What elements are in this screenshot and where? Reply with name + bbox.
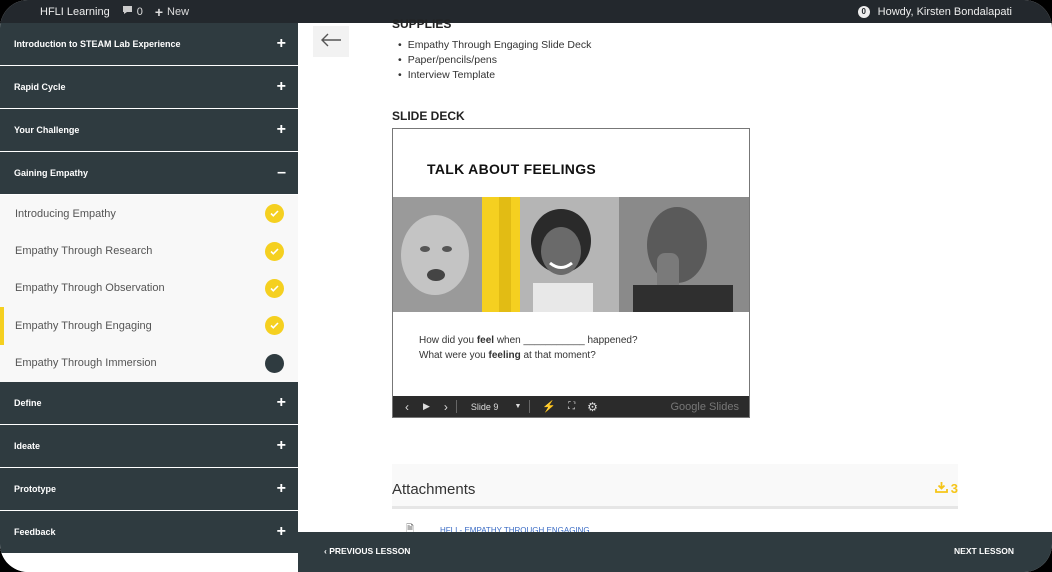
new-content-link[interactable]: + New xyxy=(155,4,189,20)
previous-lesson-button[interactable]: ‹ PREVIOUS LESSON xyxy=(324,546,410,556)
attachments-heading: Attachments xyxy=(392,481,476,498)
slide-deck-heading: SLIDE DECK xyxy=(392,109,465,123)
attachments-count: 3 xyxy=(950,481,958,496)
comments-count: 0 xyxy=(136,5,143,18)
expand-icon: + xyxy=(276,522,286,540)
supplies-heading: SUPPLIES xyxy=(392,17,452,31)
collapse-icon: – xyxy=(277,164,286,181)
section-rapid-cycle[interactable]: Rapid Cycle + xyxy=(0,66,298,109)
section-feedback[interactable]: Feedback + xyxy=(0,510,298,554)
slide-text: What were you xyxy=(419,350,489,361)
comment-icon xyxy=(122,5,133,18)
next-lesson-button[interactable]: NEXT LESSON xyxy=(954,546,1014,556)
slide-selector[interactable]: Slide 9 xyxy=(471,402,499,412)
slide-controls: ‹ ▶ › Slide 9 ▼ ⚡ ⛶ ⚙ Google Slides xyxy=(393,396,749,417)
lesson-empathy-engaging[interactable]: Empathy Through Engaging xyxy=(0,307,298,345)
previous-lesson-label: PREVIOUS LESSON xyxy=(329,546,411,556)
back-button[interactable] xyxy=(313,26,349,57)
section-label: Gaining Empathy xyxy=(14,168,89,178)
gear-icon[interactable]: ⚙ xyxy=(587,400,598,414)
dropdown-icon[interactable]: ▼ xyxy=(514,403,521,410)
embedded-slide-deck[interactable]: TALK ABOUT FEELINGS How did you feel whe… xyxy=(392,128,750,418)
slide-question-1: How did you feel when ___________ happen… xyxy=(419,335,638,346)
lesson-introducing-empathy[interactable]: Introducing Empathy xyxy=(0,195,298,233)
slide-emphasis: feeling xyxy=(488,350,521,361)
chevron-left-icon[interactable]: ‹ xyxy=(405,400,409,414)
slide-emphasis: feel xyxy=(476,335,495,346)
expand-icon: + xyxy=(276,436,286,454)
section-your-challenge[interactable]: Your Challenge + xyxy=(0,109,298,152)
expand-icon: + xyxy=(276,35,286,52)
section-label: Introduction to STEAM Lab Experience xyxy=(14,39,181,49)
download-icon xyxy=(934,481,948,496)
divider xyxy=(455,400,457,413)
list-item: Empathy Through Engaging Slide Deck xyxy=(398,38,592,53)
list-item: Paper/pencils/pens xyxy=(398,53,591,68)
section-label: Ideate xyxy=(14,440,41,451)
site-title-link[interactable]: HFLI Learning xyxy=(40,6,110,18)
supplies-list: Empathy Through Engaging Slide Deck Pape… xyxy=(398,38,592,83)
attachments-header: Attachments 3 xyxy=(392,464,958,509)
slide-question-2: What were you feeling at that moment? xyxy=(419,350,596,361)
section-gaining-empathy[interactable]: Gaining Empathy – xyxy=(0,152,298,195)
attachment-row: 🗎 HFLI - EMPATHY THROUGH ENGAGING xyxy=(392,512,958,535)
slide-title: TALK ABOUT FEELINGS xyxy=(427,161,597,177)
lesson-label: Introducing Empathy xyxy=(15,207,116,220)
checkmark-icon xyxy=(265,204,284,224)
section-ideate[interactable]: Ideate + xyxy=(0,424,298,468)
attachments-download[interactable]: 3 xyxy=(934,481,958,496)
google-slides-logo: Google Slides xyxy=(670,400,740,413)
arrow-left-icon xyxy=(320,30,342,53)
next-lesson-label: NEXT LESSON xyxy=(954,546,1014,556)
checkmark-icon xyxy=(265,316,284,336)
section-label: Feedback xyxy=(14,526,56,537)
section-label: Your Challenge xyxy=(14,125,80,135)
admin-bar: HFLI Learning 0 + New 0 Howdy, Kirsten B… xyxy=(0,0,1052,23)
section-label: Define xyxy=(14,397,42,408)
lesson-navigation-bar: ‹ PREVIOUS LESSON NEXT LESSON xyxy=(298,532,1052,572)
section-label: Rapid Cycle xyxy=(14,82,66,92)
fullscreen-icon[interactable]: ⛶ xyxy=(568,401,575,412)
slide-photos xyxy=(393,197,749,312)
lesson-label: Empathy Through Engaging xyxy=(15,319,152,332)
new-label: New xyxy=(167,5,190,18)
checkmark-icon xyxy=(265,278,284,298)
divider xyxy=(529,400,531,413)
list-item: Interview Template xyxy=(398,68,591,83)
lesson-empathy-observation[interactable]: Empathy Through Observation xyxy=(0,269,298,308)
comments-link[interactable]: 0 xyxy=(122,5,143,18)
lesson-label: Empathy Through Immersion xyxy=(15,357,157,370)
expand-icon: + xyxy=(276,78,286,95)
notifications-badge[interactable]: 0 xyxy=(857,5,870,18)
expand-icon: + xyxy=(276,479,286,497)
course-sidebar: Introduction to STEAM Lab Experience + R… xyxy=(0,23,298,572)
slide-text: at that moment? xyxy=(520,350,596,361)
slide-text: when ___________ happened? xyxy=(494,335,638,346)
lesson-empathy-research[interactable]: Empathy Through Research xyxy=(0,232,298,270)
slide-text: How did you xyxy=(419,335,477,346)
lesson-label: Empathy Through Research xyxy=(15,245,153,258)
checkmark-icon xyxy=(265,241,284,261)
plus-icon: + xyxy=(154,3,164,20)
play-icon[interactable]: ▶ xyxy=(423,401,430,412)
expand-icon: + xyxy=(276,121,286,138)
chevron-right-icon[interactable]: › xyxy=(444,400,448,414)
section-define[interactable]: Define + xyxy=(0,381,298,425)
section-label: Prototype xyxy=(14,483,57,494)
expand-icon: + xyxy=(276,393,286,411)
incomplete-icon xyxy=(265,353,284,373)
laser-pointer-icon[interactable]: ⚡ xyxy=(542,400,556,413)
lesson-empathy-immersion[interactable]: Empathy Through Immersion xyxy=(0,344,298,382)
page-frame: HFLI Learning 0 + New 0 Howdy, Kirsten B… xyxy=(0,0,1052,572)
user-greeting[interactable]: Howdy, Kirsten Bondalapati xyxy=(878,6,1012,18)
lesson-label: Empathy Through Observation xyxy=(15,282,165,295)
section-intro-steam[interactable]: Introduction to STEAM Lab Experience + xyxy=(0,23,298,66)
section-prototype[interactable]: Prototype + xyxy=(0,467,298,511)
